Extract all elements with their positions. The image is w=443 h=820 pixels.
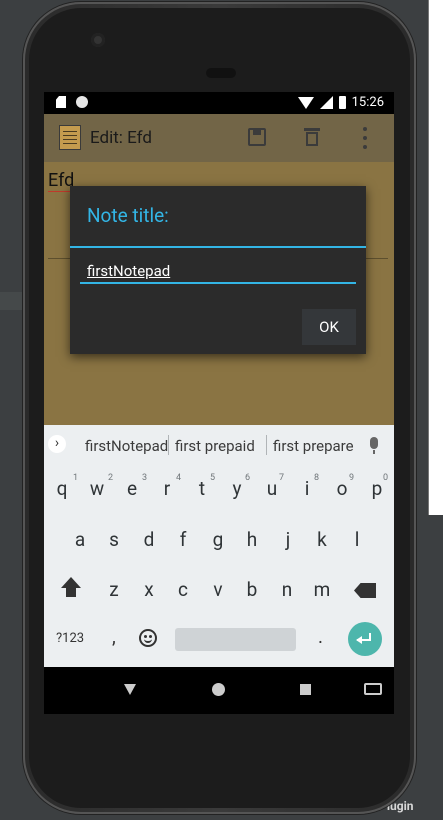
- key-v[interactable]: v: [202, 570, 234, 610]
- dialog-title-divider: [70, 246, 366, 248]
- key-hint-9: 9: [349, 473, 355, 483]
- key-hint-6: 6: [245, 473, 251, 483]
- key-c[interactable]: c: [167, 570, 199, 610]
- sim-card-icon: [56, 96, 66, 108]
- key-hint-4: 4: [176, 473, 182, 483]
- comma-key[interactable]: ,: [112, 625, 116, 648]
- key-k[interactable]: k: [306, 520, 338, 560]
- key-p[interactable]: p: [361, 469, 393, 509]
- key-n[interactable]: n: [271, 570, 303, 610]
- app-bar: Edit: Efd: [44, 114, 394, 162]
- back-icon[interactable]: [124, 684, 136, 695]
- symbols-key[interactable]: ?123: [56, 631, 84, 646]
- ide-side-panel: [428, 0, 443, 515]
- space-key[interactable]: [175, 628, 296, 651]
- suggestion-divider: [266, 435, 267, 455]
- key-h[interactable]: h: [236, 520, 268, 560]
- phone-screen: 15:26 Edit: Efd Efd Note title: OK › fir…: [44, 92, 394, 714]
- key-s[interactable]: s: [98, 520, 130, 560]
- backspace-key-icon[interactable]: [354, 583, 376, 598]
- key-x[interactable]: x: [133, 570, 165, 610]
- app-title: Edit: Efd: [90, 128, 152, 148]
- suggestion-2[interactable]: first prepaid: [175, 437, 255, 455]
- home-icon[interactable]: [212, 683, 225, 696]
- keyboard-switch-icon[interactable]: [364, 683, 382, 695]
- suggestion-1[interactable]: firstNotepad: [85, 437, 168, 455]
- soft-keyboard: › firstNotepad first prepaid first prepa…: [44, 425, 394, 667]
- suggestion-divider: [168, 435, 169, 455]
- key-b[interactable]: b: [236, 570, 268, 610]
- delete-icon[interactable]: [304, 128, 320, 146]
- navigation-bar: [44, 667, 394, 714]
- key-hint-7: 7: [279, 473, 285, 483]
- key-m[interactable]: m: [306, 570, 338, 610]
- key-a[interactable]: a: [64, 520, 96, 560]
- ok-button[interactable]: OK: [302, 309, 356, 345]
- key-z[interactable]: z: [98, 570, 130, 610]
- emoji-key-icon[interactable]: [139, 629, 157, 647]
- period-key[interactable]: .: [318, 625, 323, 648]
- key-f[interactable]: f: [167, 520, 199, 560]
- status-time: 15:26: [351, 95, 384, 110]
- key-d[interactable]: d: [133, 520, 165, 560]
- suggestion-3[interactable]: first prepare: [273, 437, 354, 455]
- key-l[interactable]: l: [341, 520, 373, 560]
- dialog-title: Note title:: [87, 204, 169, 227]
- key-hint-1: 1: [73, 473, 79, 483]
- recents-icon[interactable]: [300, 684, 311, 695]
- cell-signal-icon: [319, 96, 333, 109]
- key-j[interactable]: j: [272, 520, 304, 560]
- wifi-icon: [297, 96, 314, 109]
- speaker-grille: [206, 68, 236, 78]
- key-hint-2: 2: [108, 473, 114, 483]
- note-title-input[interactable]: [80, 260, 356, 284]
- status-bar: 15:26: [44, 92, 394, 114]
- suggestions-expand-icon[interactable]: ›: [48, 435, 66, 453]
- key-hint-0: 0: [383, 473, 389, 483]
- note-title-dialog: Note title: OK: [70, 186, 366, 354]
- battery-icon: [338, 96, 346, 109]
- enter-key-icon[interactable]: [348, 622, 382, 656]
- key-hint-5: 5: [210, 473, 216, 483]
- microphone-icon[interactable]: [370, 437, 378, 454]
- shift-key-icon[interactable]: [58, 575, 84, 601]
- key-hint-8: 8: [314, 473, 320, 483]
- overflow-menu-icon[interactable]: [363, 127, 368, 149]
- save-icon[interactable]: [248, 128, 266, 146]
- key-g[interactable]: g: [202, 520, 234, 560]
- notification-dot-icon: [76, 96, 88, 108]
- suggestion-strip: › firstNotepad first prepaid first prepa…: [44, 425, 394, 465]
- key-hint-3: 3: [142, 473, 148, 483]
- notepad-app-icon: [59, 125, 81, 150]
- front-camera-icon: [91, 33, 105, 47]
